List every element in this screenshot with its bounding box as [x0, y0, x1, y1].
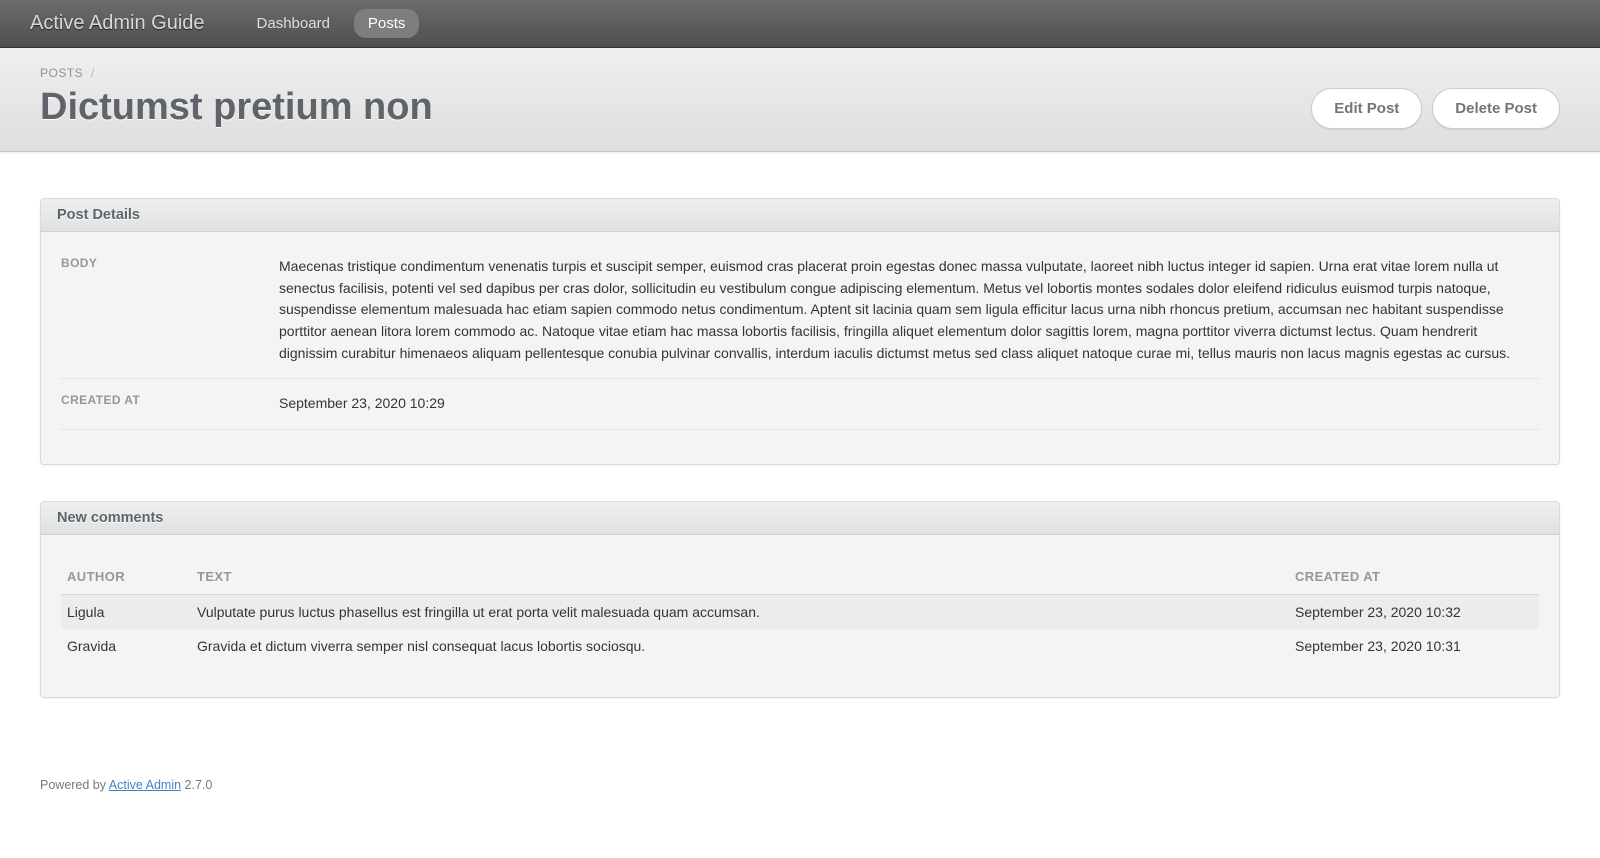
panel-new-comments: New comments AUTHOR TEXT CREATED AT Ligu…: [40, 501, 1560, 698]
nav-tabs: Dashboard Posts: [243, 9, 420, 38]
top-nav: Active Admin Guide Dashboard Posts: [0, 0, 1600, 48]
attributes-table: BODY Maecenas tristique condimentum vene…: [61, 256, 1539, 430]
attr-label-created-at: CREATED AT: [61, 379, 279, 430]
panel-post-details: Post Details BODY Maecenas tristique con…: [40, 198, 1560, 465]
attr-value-body: Maecenas tristique condimentum venenatis…: [279, 256, 1539, 379]
col-header-text: TEXT: [191, 559, 1289, 595]
footer-link[interactable]: Active Admin: [109, 778, 181, 792]
breadcrumb-separator: /: [91, 66, 95, 80]
nav-dashboard[interactable]: Dashboard: [243, 9, 344, 38]
edit-post-button[interactable]: Edit Post: [1311, 88, 1422, 129]
footer-prefix: Powered by: [40, 778, 109, 792]
comment-text: Gravida et dictum viverra semper nisl co…: [191, 629, 1289, 663]
action-items: Edit Post Delete Post: [1311, 88, 1560, 129]
panel-new-comments-title: New comments: [57, 510, 1543, 526]
attr-label-body: BODY: [61, 256, 279, 379]
footer-suffix: 2.7.0: [181, 778, 212, 792]
panel-new-comments-header: New comments: [41, 502, 1559, 535]
footer: Powered by Active Admin 2.7.0: [0, 754, 1600, 822]
panel-new-comments-body: AUTHOR TEXT CREATED AT Ligula Vulputate …: [41, 535, 1559, 697]
breadcrumb-posts[interactable]: POSTS: [40, 66, 83, 80]
main-content: Post Details BODY Maecenas tristique con…: [0, 152, 1600, 754]
site-title[interactable]: Active Admin Guide: [30, 12, 205, 35]
comment-author: Gravida: [61, 629, 191, 663]
col-header-author: AUTHOR: [61, 559, 191, 595]
comments-header-row: AUTHOR TEXT CREATED AT: [61, 559, 1539, 595]
attr-row-created-at: CREATED AT September 23, 2020 10:29: [61, 379, 1539, 430]
panel-post-details-body: BODY Maecenas tristique condimentum vene…: [41, 232, 1559, 464]
title-bar: POSTS / Dictumst pretium non Edit Post D…: [0, 48, 1600, 152]
site-title-link[interactable]: Active Admin Guide: [30, 12, 205, 34]
comments-row: Gravida Gravida et dictum viverra semper…: [61, 629, 1539, 663]
panel-post-details-header: Post Details: [41, 199, 1559, 232]
comments-row: Ligula Vulputate purus luctus phasellus …: [61, 595, 1539, 630]
panel-post-details-title: Post Details: [57, 207, 1543, 223]
breadcrumb: POSTS /: [40, 66, 433, 80]
comment-created: September 23, 2020 10:32: [1289, 595, 1539, 630]
attr-row-body: BODY Maecenas tristique condimentum vene…: [61, 256, 1539, 379]
title-bar-left: POSTS / Dictumst pretium non: [40, 66, 433, 129]
comment-author: Ligula: [61, 595, 191, 630]
page-title: Dictumst pretium non: [40, 86, 433, 129]
col-header-created: CREATED AT: [1289, 559, 1539, 595]
nav-posts[interactable]: Posts: [354, 9, 420, 38]
comment-text: Vulputate purus luctus phasellus est fri…: [191, 595, 1289, 630]
comments-table: AUTHOR TEXT CREATED AT Ligula Vulputate …: [61, 559, 1539, 663]
attr-value-created-at: September 23, 2020 10:29: [279, 379, 1539, 430]
delete-post-button[interactable]: Delete Post: [1432, 88, 1560, 129]
comment-created: September 23, 2020 10:31: [1289, 629, 1539, 663]
